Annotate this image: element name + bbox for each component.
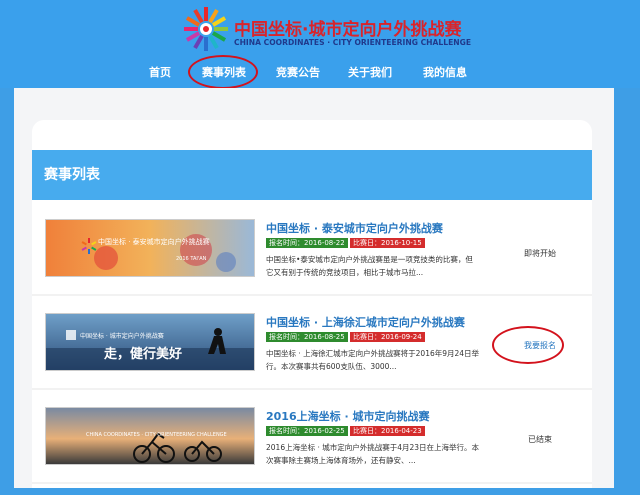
- banner-text: 走，健行美好: [104, 346, 182, 362]
- annotation-circle-nav: [188, 55, 258, 89]
- match-date-badge: 比赛日：2016-04-23: [350, 426, 425, 436]
- annotation-circle-register: [492, 326, 564, 364]
- banner-title: CHINA COORDINATES · CITY ORIENTEERING CH…: [86, 432, 227, 438]
- banner-graphic: 中国坐标 · 城市定向户外挑战赛 走，健行美好: [46, 314, 254, 370]
- logo-title-cn: 中国坐标·城市定向户外挑战赛: [234, 20, 462, 40]
- event-banner-image[interactable]: 中国坐标 · 泰安城市定向户外挑战赛 2016 TAI'AN: [45, 219, 255, 277]
- event-banner-image[interactable]: CHINA COORDINATES · CITY ORIENTEERING CH…: [45, 407, 255, 465]
- event-title[interactable]: 2016上海坐标 · 城市定向挑战赛: [266, 408, 429, 424]
- event-description: 2016上海坐标 · 城市定向户外挑战赛于4月23日在上海举行。本次赛事除主赛场…: [266, 443, 480, 465]
- main-nav: 首页 赛事列表 竞赛公告 关于我们 我的信息: [0, 63, 640, 83]
- nav-item-home[interactable]: 首页: [140, 63, 180, 83]
- match-date-badge: 比赛日：2016-10-15: [350, 238, 425, 248]
- banner-graphic: CHINA COORDINATES · CITY ORIENTEERING CH…: [46, 408, 254, 464]
- section-title: 赛事列表: [44, 167, 100, 183]
- match-date-badge: 比赛日：2016-09-24: [350, 332, 425, 342]
- banner-title: 中国坐标 · 城市定向户外挑战赛: [80, 332, 164, 340]
- site-logo[interactable]: 中国坐标·城市定向户外挑战赛 CHINA COORDINATES · CITY …: [182, 5, 471, 57]
- logo-burst-icon: [184, 7, 228, 51]
- banner-text: 2016 TAI'AN: [176, 256, 207, 262]
- event-banner-image[interactable]: 中国坐标 · 城市定向户外挑战赛 走，健行美好: [45, 313, 255, 371]
- banner-graphic: 中国坐标 · 泰安城市定向户外挑战赛 2016 TAI'AN: [46, 220, 254, 276]
- event-title[interactable]: 中国坐标 · 上海徐汇城市定向户外挑战赛: [266, 314, 465, 330]
- banner-title: 中国坐标 · 泰安城市定向户外挑战赛: [98, 237, 210, 246]
- event-row[interactable]: 中国坐标 · 泰安城市定向户外挑战赛 2016 TAI'AN 中国坐标 · 泰安…: [32, 211, 592, 296]
- event-row[interactable]: CHINA COORDINATES · CITY ORIENTEERING CH…: [32, 399, 592, 484]
- site-header: 中国坐标·城市定向户外挑战赛 CHINA COORDINATES · CITY …: [0, 0, 640, 89]
- nav-item-about-us[interactable]: 关于我们: [342, 63, 398, 83]
- section-title-bar: 赛事列表: [32, 150, 592, 200]
- event-description: 中国坐标 · 上海徐汇城市定向户外挑战赛将于2016年9月24日举行。本次赛事共…: [266, 349, 480, 371]
- event-title[interactable]: 中国坐标 · 泰安城市定向户外挑战赛: [266, 220, 443, 236]
- nav-item-my-info[interactable]: 我的信息: [417, 63, 473, 83]
- signup-date-badge: 报名时间：2016-08-25: [266, 332, 348, 342]
- logo-title-en: CHINA COORDINATES · CITY ORIENTEERING CH…: [234, 38, 472, 47]
- signup-date-badge: 报名时间：2016-08-22: [266, 238, 348, 248]
- event-status: 已结束: [528, 435, 552, 444]
- nav-item-announcements[interactable]: 竞赛公告: [270, 63, 326, 83]
- signup-date-badge: 报名时间：2016-02-25: [266, 426, 348, 436]
- event-status: 即将开始: [524, 249, 556, 258]
- event-description: 中国坐标•泰安城市定向户外挑战赛虽是一项竞技类的比赛，但它又有别于传统的竞技项目…: [266, 255, 473, 277]
- event-row[interactable]: 中国坐标 · 城市定向户外挑战赛 走，健行美好 中国坐标 · 上海徐汇城市定向户…: [32, 305, 592, 390]
